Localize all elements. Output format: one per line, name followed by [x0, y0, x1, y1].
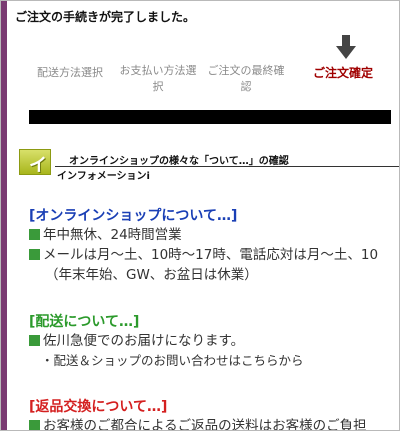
step-payment-method: お支払い方法選択: [119, 64, 197, 93]
info-title: オンラインショップの様々な「ついて…」の確認: [69, 156, 289, 167]
section-title-online-shop: [オンラインショップについて…]: [29, 208, 238, 224]
square-bullet-icon: [29, 249, 40, 260]
info-subtitle: インフォメーションi: [57, 171, 150, 182]
information-header: イ オンラインショップの様々な「ついて…」の確認 インフォメーションi: [19, 149, 399, 182]
list-item: お客様のご都合によるご返品の送料はお客様のご負担: [29, 416, 399, 430]
square-bullet-icon: [29, 229, 40, 240]
square-bullet-icon: [29, 335, 40, 346]
main-content: ご注文の手続きが完了しました。 配送方法選択 お支払い方法選択 ご注文の最終確認…: [15, 1, 399, 430]
holiday-note: （年末年始、GW、お盆日は休業）: [45, 267, 258, 283]
section-shipping: [配送について…] 佐川急便でのお届けになります。 ・配送＆ショップのお問い合わ…: [29, 313, 399, 371]
page-frame: ご注文の手続きが完了しました。 配送方法選択 お支払い方法選択 ご注文の最終確認…: [0, 0, 400, 431]
contact-hours-text: メールは月～土、10時～17時、電話応対は月～土、10: [43, 247, 379, 263]
list-item: メールは月～土、10時～17時、電話応対は月～土、10: [29, 245, 399, 265]
list-item: 年中無休、24時間営業: [29, 225, 399, 245]
shipping-inquiry-link[interactable]: ・配送＆ショップのお問い合わせはこちらから: [29, 351, 399, 371]
list-item: 佐川急便でのお届けになります。: [29, 331, 399, 351]
square-bullet-icon: [29, 420, 40, 430]
step-final-confirmation: ご注文の最終確認: [207, 64, 285, 93]
info-badge-letter: イ: [29, 155, 47, 176]
black-banner-bar: [29, 110, 391, 124]
shipping-carrier-text: 佐川急便でのお届けになります。: [43, 333, 245, 349]
info-badge-icon: イ: [19, 149, 51, 176]
online-hours-text: 年中無休、24時間営業: [43, 227, 182, 243]
section-title-shipping: [配送について…]: [29, 314, 140, 330]
left-accent-bar: [1, 1, 7, 430]
step-order-confirmed: ご注文確定: [312, 66, 373, 80]
checkout-steps: 配送方法選択 お支払い方法選択 ご注文の最終確認 ご注文確定: [29, 35, 399, 95]
section-returns: [返品交換について…] お客様のご都合によるご返品の送料はお客様のご負担: [29, 398, 399, 430]
step-shipping-method: 配送方法選択: [37, 66, 103, 79]
section-online-shop: [オンラインショップについて…] 年中無休、24時間営業 メールは月～土、10時…: [29, 207, 399, 285]
order-complete-message: ご注文の手続きが完了しました。: [15, 10, 196, 24]
returns-policy-text: お客様のご都合によるご返品の送料はお客様のご負担: [43, 418, 367, 430]
arrow-down-icon: [336, 35, 356, 59]
section-title-returns: [返品交換について…]: [29, 399, 168, 415]
